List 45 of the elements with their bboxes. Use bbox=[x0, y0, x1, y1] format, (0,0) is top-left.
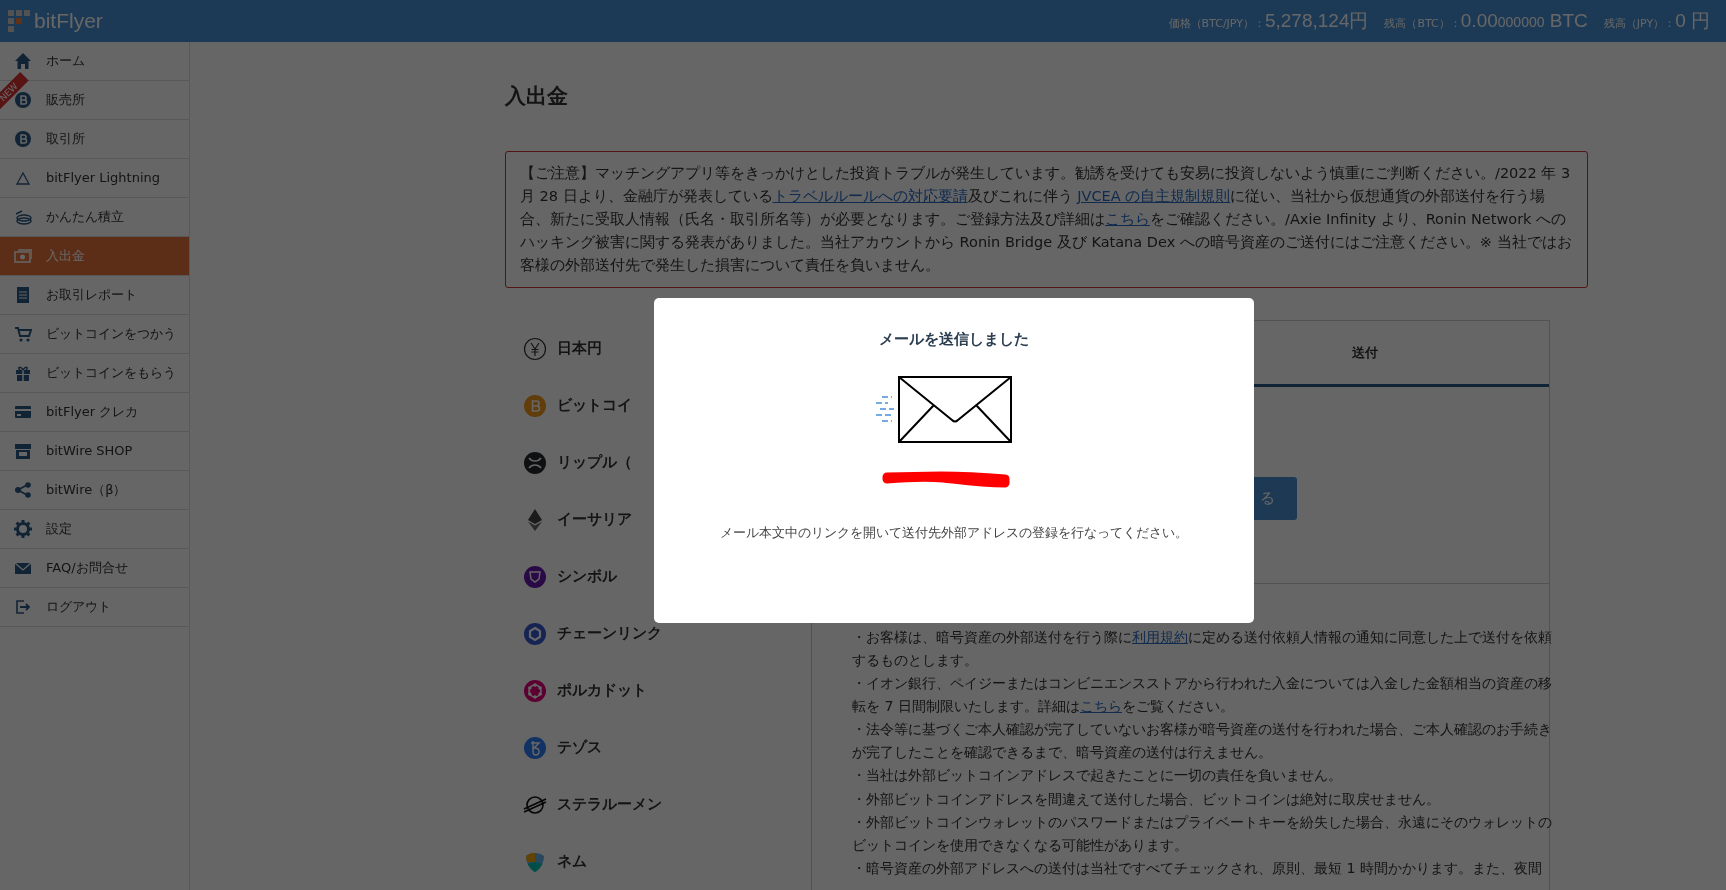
sidebar-item[interactable]: 設定 bbox=[0, 510, 189, 549]
bullet-text: ・法令等に基づくご本人確認が完了していないお客様が暗号資産の送付を行われた場合、ご本人確認のお手続きが完了したことを確認できるまで、暗号資産の送付は行えません。 bbox=[852, 720, 1553, 762]
sidebar-item[interactable]: ビットコインをもらう bbox=[0, 354, 189, 393]
stat-value: 5,278,124円 bbox=[1264, 8, 1369, 33]
stat-value: 0 円 bbox=[1675, 8, 1710, 33]
currency-name[interactable]: シンボル bbox=[557, 565, 617, 588]
currency-name[interactable]: リップル（ bbox=[557, 451, 632, 474]
text-link[interactable]: こちら bbox=[1080, 697, 1123, 714]
stat-label: 価格（BTC/JPY）： bbox=[1168, 15, 1265, 32]
bullet-text: ・外部ビットコインウォレットのパスワードまたはプライベートキーを紛失した場合、永遠にそのウォレットのビットコインを使用できなくなる可能性があります。 bbox=[852, 813, 1553, 855]
stat-value: 0.00000000 BTC bbox=[1460, 8, 1588, 33]
stat-label: 残高（JPY）： bbox=[1603, 15, 1676, 32]
text-link[interactable]: トラベルルールへの対応要請 bbox=[772, 188, 968, 205]
page-title: 入出金 bbox=[505, 84, 569, 110]
sidebar-item[interactable]: ビットコインをつかう bbox=[0, 315, 189, 354]
currency-name[interactable]: チェーンリンク bbox=[557, 622, 662, 645]
currency-name[interactable]: ポルカドット bbox=[557, 679, 647, 702]
currency-name[interactable]: ネム bbox=[557, 850, 587, 873]
notice-text: 【ご注意】マッチングアプリ等をきっかけとした投資トラブルが発生しています。勧誘を受けても安易に投資しないよう慎重にご判断ください。/2022 年 3 月 28 日より、金融庁が発表している トラベルルールへの対応要請及びこれに伴う JVCEA の自主規制規則に従い、当社から仮想通貨の外部送付を行う場合、新たに受取人情報（氏名・取引所名等）が必要となります。ご登録方法及び詳細は こちら をご確認ください。/Axie Infinity より、Ronin Network へのハッキング被害に関する発表がありました。当社アカウントから Ronin Bridge 及び Katana Dex への暗号資産のご送付にはご注意ください。※ 当社ではお客様の外部送付先で発生した損害について責任を負いません。 bbox=[505, 151, 1588, 289]
text-link[interactable]: JVCEA の自主規制規則 bbox=[1077, 188, 1231, 205]
currency-name[interactable]: イーサリア bbox=[557, 508, 632, 531]
text-link[interactable]: 利用規約 bbox=[1132, 629, 1188, 646]
currency-name[interactable]: テゾス bbox=[557, 736, 602, 759]
currency-name[interactable]: 日本円 bbox=[557, 337, 602, 360]
modal-message: メール本文中のリンクを開いて送付先外部アドレスの登録を行なってください。 bbox=[720, 523, 1188, 542]
sidebar-item[interactable]: ログアウト bbox=[0, 588, 189, 627]
sidebar-item[interactable]: bitFlyer クレカ bbox=[0, 393, 189, 432]
text-link[interactable]: こちら bbox=[1105, 211, 1150, 228]
stat-label: 残高（BTC）： bbox=[1384, 16, 1461, 32]
sidebar-item[interactable]: bitWire SHOP bbox=[0, 432, 189, 471]
bullet-text: ・イオン銀行、ペイジーまたはコンビニエンスストアから行われた入金については入金した金額相当の資産の移転を 7 日間制限いたします。詳細は こちら をご覧ください。 bbox=[852, 674, 1553, 716]
bullet-text: ・暗号資産の外部アドレスへの送付は当社ですべてチェックされ、原則、最短 1 時間かかります。また、夜間 bbox=[852, 859, 1544, 879]
sidebar-item[interactable]: bitWire（β） bbox=[0, 471, 189, 510]
currency-name[interactable]: ビットコイ bbox=[557, 394, 632, 417]
sidebar-item[interactable]: 入出金 bbox=[0, 237, 189, 276]
bullet-text: ・外部ビットコインアドレスを間違えて送付した場合、ビットコインは絶対に取戻せません。 bbox=[852, 789, 1441, 809]
sidebar-item[interactable]: お取引レポート bbox=[0, 276, 189, 315]
sidebar-item[interactable]: 取引所 bbox=[0, 120, 189, 159]
bullet-text: ・当社は外部ビットコインアドレスで起きたことに一切の責任を負いません。 bbox=[852, 766, 1343, 786]
sidebar-item[interactable]: bitFlyer Lightning bbox=[0, 159, 189, 198]
modal-title: メールを送信しました bbox=[879, 329, 1029, 350]
logo-text: bitFlyer bbox=[34, 8, 103, 35]
bullet-text: ・お客様は、暗号資産の外部送付を行う際に利用規約に定める送付依頼人情報の通知に同意した上で送付を依頼するものとします。 bbox=[852, 628, 1553, 670]
sidebar-item[interactable]: FAQ/お問合せ bbox=[0, 549, 189, 588]
currency-name[interactable]: ステラルーメン bbox=[557, 793, 662, 816]
